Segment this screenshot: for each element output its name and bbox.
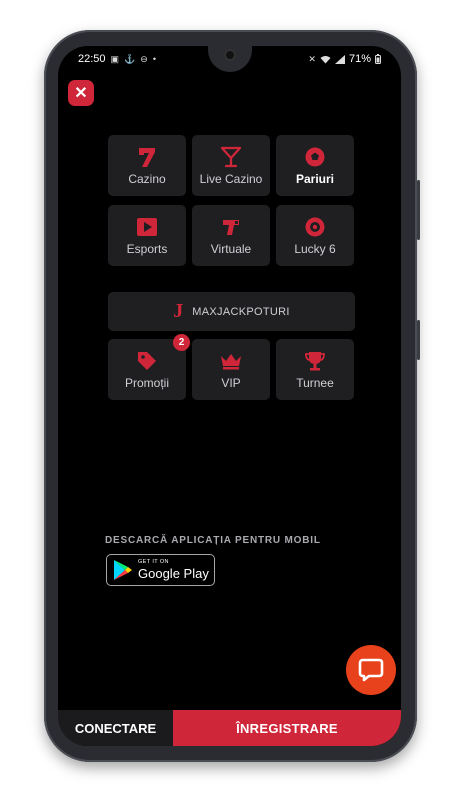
menu-tile-esports[interactable]: Esports <box>108 205 186 266</box>
virtual-icon <box>220 216 242 238</box>
menu-tile-label: Esports <box>126 241 168 256</box>
dnd-icon: ⊖ <box>140 53 148 64</box>
trophy-icon <box>304 350 326 372</box>
close-button[interactable]: ✕ <box>68 80 94 106</box>
google-play-icon <box>114 560 132 580</box>
promotions-count-badge: 2 <box>173 334 190 351</box>
lucky-ball-icon <box>304 216 326 238</box>
menu-tile-label: VIP <box>221 375 241 390</box>
menu-tile-turnee[interactable]: Turnee <box>276 339 354 400</box>
menu-tile-label: Lucky 6 <box>294 241 336 256</box>
menu-tile-label: Pariuri <box>295 171 334 186</box>
menu-tile-lucky-6[interactable]: Lucky 6 <box>276 205 354 266</box>
play-icon <box>136 216 158 238</box>
status-time: 22:50 <box>78 53 106 65</box>
status-bar: 22:50 ▣ ⚓ ⊖ • ✕ 71% <box>58 50 401 68</box>
cocktail-icon <box>220 146 242 168</box>
jackpot-logo-icon: J <box>173 300 184 322</box>
menu-tile-cazino[interactable]: Cazino <box>108 135 186 196</box>
store-small-text: GET IT ON <box>138 559 169 566</box>
phone-screen: 22:50 ▣ ⚓ ⊖ • ✕ 71% ✕ Cazino Live Cazino <box>58 46 401 746</box>
bottom-action-bar: CONECTARE ÎNREGISTRARE <box>58 710 401 746</box>
menu-tile-label: Virtuale <box>210 241 252 256</box>
store-big-text: Google Play <box>138 565 209 581</box>
menu-tile-virtuale[interactable]: Virtuale <box>192 205 270 266</box>
menu-tile-label: Turnee <box>296 375 334 390</box>
wifi-icon <box>320 55 331 63</box>
football-icon <box>304 146 326 168</box>
battery-percent: 71% <box>348 53 371 65</box>
power-button <box>417 180 420 240</box>
login-button[interactable]: CONECTARE <box>58 710 173 746</box>
anchor-icon: ⚓ <box>124 53 136 64</box>
signal-icon <box>334 54 345 64</box>
jackpot-button[interactable]: J MAXJACKPOTURI <box>108 292 355 331</box>
jackpot-label: MAXJACKPOTURI <box>192 305 290 318</box>
tag-icon <box>136 350 158 372</box>
image-icon: ▣ <box>110 53 120 64</box>
close-icon: ✕ <box>74 85 88 102</box>
menu-tile-label: Cazino <box>128 171 166 186</box>
seven-slot-icon <box>136 146 158 168</box>
chat-button[interactable] <box>346 645 396 695</box>
download-app-heading: DESCARCĂ APLICAȚIA PENTRU MOBIL <box>105 535 321 546</box>
mute-icon: ✕ <box>308 53 316 64</box>
menu-tile-label: Live Cazino <box>199 171 263 186</box>
menu-tile-vip[interactable]: VIP <box>192 339 270 400</box>
dot-icon: • <box>152 54 156 64</box>
battery-icon <box>375 54 381 64</box>
chat-bubble-icon <box>358 658 384 682</box>
google-play-button[interactable]: GET IT ON Google Play <box>106 554 215 586</box>
menu-tile-label: Promoții <box>124 375 169 390</box>
menu-tile-live-cazino[interactable]: Live Cazino <box>192 135 270 196</box>
crown-icon <box>220 350 242 372</box>
menu-tile-pariuri[interactable]: Pariuri <box>276 135 354 196</box>
volume-button <box>417 320 420 360</box>
register-button[interactable]: ÎNREGISTRARE <box>173 710 401 746</box>
